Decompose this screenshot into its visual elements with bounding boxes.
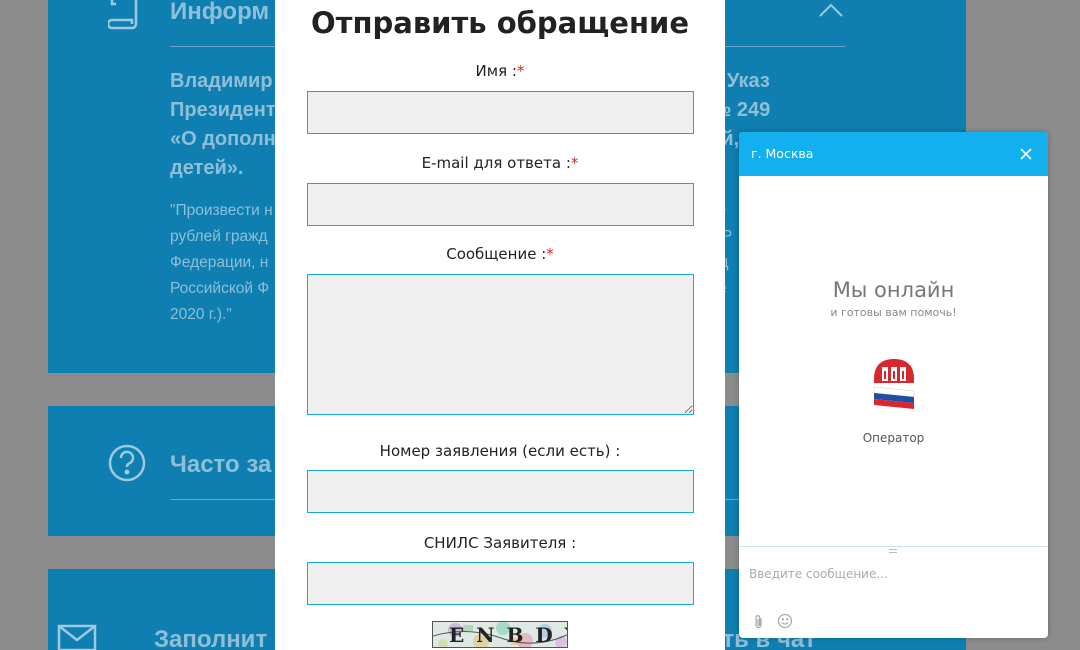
email-input[interactable]: [307, 183, 694, 226]
name-input[interactable]: [307, 91, 694, 134]
info-quote-line: "Произвести н: [170, 202, 273, 219]
document-scroll-icon: [108, 0, 138, 30]
question-circle-icon: [108, 444, 146, 482]
info-quote-line: рублей гражд: [170, 228, 268, 245]
chat-city: г. Москва: [751, 146, 814, 161]
info-quote-line: Федерации, н: [170, 254, 269, 271]
info-bold-line: «О дополн: [170, 128, 276, 150]
info-bold-line: Президент: [170, 99, 276, 121]
chat-operator-label: Оператор: [862, 431, 925, 445]
application-number-label: Номер заявления (если есть) :: [275, 442, 725, 460]
snils-label: СНИЛС Заявителя :: [275, 534, 725, 552]
info-bold-line: Владимир: [170, 70, 273, 92]
pfr-logo: [873, 359, 915, 409]
info-bold-line: детей».: [170, 157, 244, 179]
chat-online-title: Мы онлайн: [832, 278, 955, 302]
smiley-icon[interactable]: [777, 613, 793, 629]
chat-widget: г. Москва Мы онлайн и готовы вам помочь!…: [739, 132, 1048, 638]
info-quote-line: Российской Ф: [170, 280, 270, 297]
application-number-label-text: Номер заявления (если есть) :: [379, 442, 621, 460]
message-label-text: Сообщение :: [446, 245, 547, 263]
chevron-up-icon[interactable]: [818, 2, 844, 18]
name-label: Имя :*: [275, 62, 725, 80]
info-title: Информ: [170, 0, 270, 25]
email-label: E-mail для ответа :*: [275, 154, 725, 172]
message-textarea[interactable]: [307, 274, 694, 415]
chat-message-input[interactable]: [749, 554, 1039, 594]
snils-input[interactable]: [307, 562, 694, 605]
modal-title: Отправить обращение: [311, 6, 689, 40]
paperclip-icon[interactable]: [752, 614, 766, 630]
info-quote-line: 2020 г.).": [170, 306, 232, 323]
envelope-icon: [57, 624, 97, 650]
chat-divider: [739, 546, 1048, 547]
captcha-image: ENBDY: [432, 621, 568, 648]
snils-label-text: СНИЛС Заявителя :: [423, 534, 577, 552]
email-label-text: E-mail для ответа :: [421, 154, 571, 172]
required-mark: *: [516, 62, 525, 80]
chat-online-subtitle: и готовы вам помочь!: [830, 306, 957, 319]
application-number-input[interactable]: [307, 470, 694, 513]
faq-title: Часто за: [170, 451, 272, 478]
feedback-modal: Отправить обращение Имя :* E-mail для от…: [275, 0, 725, 650]
chat-header: г. Москва: [739, 132, 1048, 176]
message-label: Сообщение :*: [275, 245, 725, 263]
required-mark: *: [546, 245, 554, 263]
required-mark: *: [570, 154, 579, 172]
captcha-text: ENBDY: [449, 623, 567, 647]
resize-grip-icon[interactable]: [889, 549, 897, 553]
close-icon[interactable]: [1018, 146, 1034, 162]
form-card-title-left: Заполнит: [154, 626, 268, 650]
name-label-text: Имя :: [475, 62, 517, 80]
